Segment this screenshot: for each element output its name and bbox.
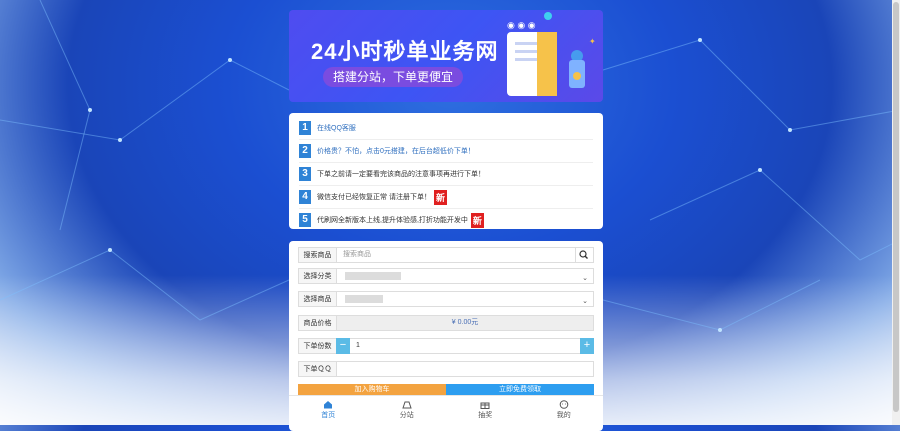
qq-input[interactable]: [336, 361, 594, 377]
nav-label: 抽奖: [478, 412, 493, 419]
product-select[interactable]: ⌄: [336, 291, 594, 307]
product-label: 选择商品: [298, 291, 336, 307]
quantity-label: 下单份数: [298, 338, 336, 354]
scrollbar[interactable]: [892, 0, 900, 425]
home-icon: [324, 401, 333, 409]
svg-text:◉ ◉ ◉: ◉ ◉ ◉: [507, 20, 536, 30]
quantity-minus-button[interactable]: −: [336, 338, 350, 354]
notice-text[interactable]: 在线QQ客服: [317, 123, 356, 133]
promo-banner[interactable]: 24小时秒单业务网 搭建分站，下单更便宜 ◉ ◉ ◉ ✦: [289, 10, 603, 102]
blurred-value: [345, 272, 401, 280]
notice-number: 2: [299, 144, 311, 158]
search-input[interactable]: 搜索商品: [336, 247, 576, 263]
notice-text: 代刷网全新版本上线,提升体验感,打折功能开发中: [317, 217, 468, 224]
notice-text: 下单之前请一定要看完该商品的注意事项再进行下单！: [317, 171, 485, 178]
nav-item-lottery[interactable]: 抽奖: [446, 396, 525, 422]
notice-list: 1 在线QQ客服 2 价格贵？不怕，点击0元搭建，在后台超低价下单！ 3 下单之…: [289, 113, 603, 229]
qq-row: 下单ＱＱ: [298, 361, 594, 377]
price-label: 商品价格: [298, 315, 336, 331]
new-badge: 新: [470, 212, 484, 228]
price-value: ¥ 0.00元: [336, 315, 594, 331]
scrollbar-thumb[interactable]: [893, 2, 899, 412]
nav-label: 首页: [321, 412, 336, 419]
notice-text: 微信支付已经恢复正常 请注册下单！: [317, 194, 431, 201]
search-row: 搜索商品 搜索商品: [298, 247, 594, 263]
nav-item-site[interactable]: 分站: [368, 396, 447, 422]
price-row: 商品价格 ¥ 0.00元: [298, 315, 594, 331]
notice-item[interactable]: 2 价格贵？不怕，点击0元搭建，在后台超低价下单！: [299, 140, 593, 163]
category-select[interactable]: ⌄: [336, 268, 594, 284]
qq-label: 下单ＱＱ: [298, 361, 336, 377]
nav-label: 我的: [556, 412, 571, 419]
quantity-input[interactable]: 1: [350, 338, 580, 354]
nav-label: 分站: [399, 412, 414, 419]
search-icon: [579, 250, 588, 259]
banner-subtitle-pill: 搭建分站，下单更便宜: [323, 67, 463, 87]
svg-text:✦: ✦: [589, 37, 596, 46]
bottom-nav: 首页 分站 抽奖 我的: [289, 395, 603, 422]
notice-number: 5: [299, 213, 311, 227]
user-icon: [559, 400, 569, 409]
nav-item-home[interactable]: 首页: [289, 396, 368, 422]
notice-item: 5 代刷网全新版本上线,提升体验感,打折功能开发中 新: [299, 209, 593, 231]
gift-icon: [480, 402, 490, 409]
chevron-down-icon: ⌄: [582, 298, 588, 305]
notice-item[interactable]: 1 在线QQ客服: [299, 117, 593, 140]
chevron-down-icon: ⌄: [582, 275, 588, 282]
category-row: 选择分类 ⌄: [298, 268, 594, 284]
banner-title: 24小时秒单业务网: [311, 39, 499, 64]
category-label: 选择分类: [298, 268, 336, 284]
new-badge: 新: [433, 189, 447, 205]
quantity-row: 下单份数 − 1 +: [298, 338, 594, 354]
blurred-value: [345, 295, 383, 303]
document-illustration-icon: ◉ ◉ ◉ ✦: [507, 12, 596, 96]
main-column: 24小时秒单业务网 搭建分站，下单更便宜 ◉ ◉ ◉ ✦ 1 在线QQ客服 2 …: [289, 10, 603, 229]
quantity-plus-button[interactable]: +: [580, 338, 594, 354]
search-button[interactable]: [576, 247, 594, 263]
notice-item: 4 微信支付已经恢复正常 请注册下单！ 新: [299, 186, 593, 209]
product-row: 选择商品 ⌄: [298, 291, 594, 307]
notice-number: 1: [299, 121, 311, 135]
notice-number: 4: [299, 190, 311, 204]
search-label: 搜索商品: [298, 247, 336, 263]
nav-item-profile[interactable]: 我的: [525, 396, 604, 422]
notice-text[interactable]: 价格贵？不怕，点击0元搭建，在后台超低价下单！: [317, 146, 475, 156]
notice-number: 3: [299, 167, 311, 181]
site-icon: [402, 401, 412, 409]
notice-item: 3 下单之前请一定要看完该商品的注意事项再进行下单！: [299, 163, 593, 186]
